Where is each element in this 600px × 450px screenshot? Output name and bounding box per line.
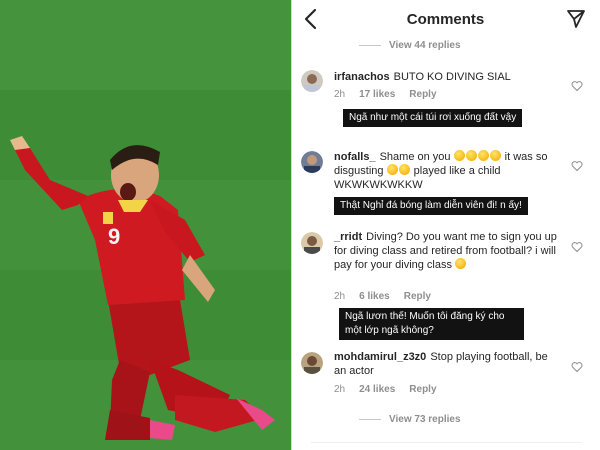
comment-username[interactable]: mohdamirul_z3z0	[334, 351, 426, 363]
match-photo: 9	[0, 0, 291, 450]
comment-username[interactable]: nofalls_	[334, 151, 376, 163]
comment-text: irfanachos BUTO KO DIVING SIAL	[334, 70, 562, 84]
like-heart-icon[interactable]	[571, 80, 583, 92]
reply-thread-line	[359, 44, 381, 46]
laughing-emoji-icon	[489, 150, 501, 161]
laughing-emoji-icon	[398, 164, 410, 175]
comment-body: Shame on you	[379, 151, 451, 163]
view-replies-link[interactable]: View 44 replies	[359, 40, 461, 51]
reply-button[interactable]: Reply	[404, 291, 431, 302]
view-replies-link[interactable]: View 73 replies	[359, 414, 461, 425]
avatar[interactable]	[301, 70, 323, 92]
comments-header: Comments	[291, 0, 600, 40]
comment-meta: 2h 6 likes Reply	[334, 291, 445, 302]
player-illustration	[0, 0, 291, 450]
comment-time: 2h	[334, 384, 346, 395]
avatar[interactable]	[301, 352, 323, 374]
view-replies-label: View 44 replies	[389, 40, 461, 51]
comment-text: _rridt Diving? Do you want me to sign you…	[334, 230, 562, 272]
send-icon[interactable]	[566, 9, 586, 29]
comment-time: 2h	[334, 291, 346, 302]
comment-body: Diving? Do you want me to sign you up fo…	[334, 231, 557, 271]
comment-username[interactable]: _rridt	[334, 231, 362, 243]
view-replies-label: View 73 replies	[389, 414, 461, 425]
comment-text: mohdamirul_z3z0 Stop playing football, be…	[334, 350, 562, 378]
comment-likes[interactable]: 17 likes	[359, 89, 395, 100]
heart-eyes-emoji-icon	[455, 258, 467, 269]
avatar[interactable]	[301, 232, 323, 254]
comment-time: 2h	[334, 89, 346, 100]
like-heart-icon[interactable]	[571, 160, 583, 172]
comment-text: nofalls_ Shame on you it was so disgustin…	[334, 150, 562, 192]
page-title: Comments	[406, 11, 485, 28]
like-heart-icon[interactable]	[571, 361, 583, 373]
avatar[interactable]	[301, 151, 323, 173]
panel-divider	[291, 0, 292, 450]
comment-body: BUTO KO DIVING SIAL	[393, 71, 511, 83]
laughing-emoji-icon	[465, 150, 477, 161]
reply-thread-line	[359, 418, 381, 420]
translation-caption: Ngã lươn thế! Muốn tôi đăng ký cho một l…	[339, 308, 524, 340]
comment-likes[interactable]: 24 likes	[359, 384, 395, 395]
reply-button[interactable]: Reply	[409, 384, 436, 395]
translation-caption: Thật Nghỉ đá bóng làm diễn viên đi! n ấy…	[334, 197, 528, 215]
translation-caption: Ngã như một cái túi rơi xuống đất vậy	[343, 109, 523, 127]
comments-panel: Comments View 44 replies irfanachos BUTO …	[291, 0, 600, 450]
comment-meta: 2h 24 likes Reply	[334, 384, 451, 395]
reply-button[interactable]: Reply	[409, 89, 436, 100]
laughing-emoji-icon	[386, 164, 398, 175]
jersey-number: 9	[108, 224, 121, 249]
comment-likes[interactable]: 6 likes	[359, 291, 390, 302]
next-comment-edge	[311, 442, 581, 450]
comment-username[interactable]: irfanachos	[334, 71, 390, 83]
laughing-emoji-icon	[477, 150, 489, 161]
laughing-emoji-icon	[453, 150, 465, 161]
like-heart-icon[interactable]	[571, 241, 583, 253]
comment-meta: 2h 17 likes Reply	[334, 89, 451, 100]
